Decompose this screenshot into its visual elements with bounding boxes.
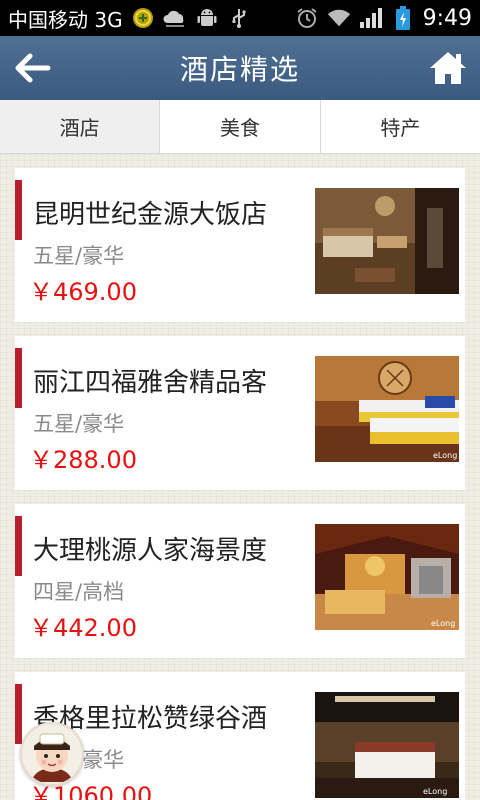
hotel-price: ￥442.00	[29, 614, 137, 642]
hotel-price: ￥469.00	[29, 278, 137, 306]
accent-bar	[15, 516, 22, 576]
hotel-card[interactable]: 丽江四福雅舍精品客 五星/豪华 ￥288.00 eLong	[15, 336, 465, 490]
notification-icons	[131, 7, 251, 29]
wifi-icon	[327, 7, 351, 29]
accent-bar	[15, 684, 22, 744]
category-tabs: 酒店 美食 特产	[0, 100, 480, 154]
hotel-card[interactable]: 香格里拉松赞绿谷酒 五星/豪华 ￥1060.00 eLong	[15, 672, 465, 800]
svg-text:eLong: eLong	[431, 619, 455, 628]
hotel-name: 丽江四福雅舍精品客	[33, 368, 268, 398]
hotel-grade: 五星/豪华	[33, 412, 125, 436]
svg-text:eLong: eLong	[423, 787, 447, 796]
svg-text:eLong: eLong	[433, 451, 457, 460]
hotel-grade: 五星/豪华	[33, 244, 125, 268]
hotel-grade: 四星/高档	[33, 580, 125, 604]
accent-bar	[15, 348, 22, 408]
hotel-list[interactable]: 昆明世纪金源大饭店 五星/豪华 ￥469.00 丽江四福雅舍精品客 五星/豪华 …	[0, 154, 480, 800]
android-icon	[195, 7, 219, 29]
usb-icon	[227, 7, 251, 29]
hotel-price: ￥288.00	[29, 446, 137, 474]
hotel-card[interactable]: 大理桃源人家海景度 四星/高档 ￥442.00 eLong	[15, 504, 465, 658]
hotel-photo: eLong	[315, 356, 459, 462]
hotel-name: 昆明世纪金源大饭店	[33, 200, 268, 230]
hotel-photo: eLong	[315, 692, 459, 798]
battery-icon	[391, 6, 415, 30]
tab-specialty[interactable]: 特产	[320, 100, 480, 153]
hotel-card[interactable]: 昆明世纪金源大饭店 五星/豪华 ￥469.00	[15, 168, 465, 322]
carrier-label: 中国移动 3G	[8, 7, 123, 32]
signal-icon	[359, 7, 383, 29]
alarm-icon	[295, 7, 319, 29]
home-icon[interactable]	[428, 48, 468, 88]
hotel-name: 大理桃源人家海景度	[33, 536, 268, 566]
clock: 9:49	[422, 5, 472, 31]
cloud-icon	[163, 7, 187, 29]
coin-icon	[131, 7, 155, 29]
hotel-photo	[315, 188, 459, 294]
tab-food[interactable]: 美食	[160, 100, 321, 153]
title-bar: 酒店精选	[0, 36, 480, 100]
tab-hotel[interactable]: 酒店	[0, 100, 161, 153]
status-bar: 中国移动 3G 9:49	[0, 0, 480, 36]
hotel-photo: eLong	[315, 524, 459, 630]
hotel-name: 香格里拉松赞绿谷酒	[33, 704, 268, 734]
assistant-avatar-icon[interactable]	[20, 722, 84, 786]
accent-bar	[15, 180, 22, 240]
arrow-left-icon[interactable]	[12, 50, 52, 86]
page-title: 酒店精选	[179, 53, 300, 86]
